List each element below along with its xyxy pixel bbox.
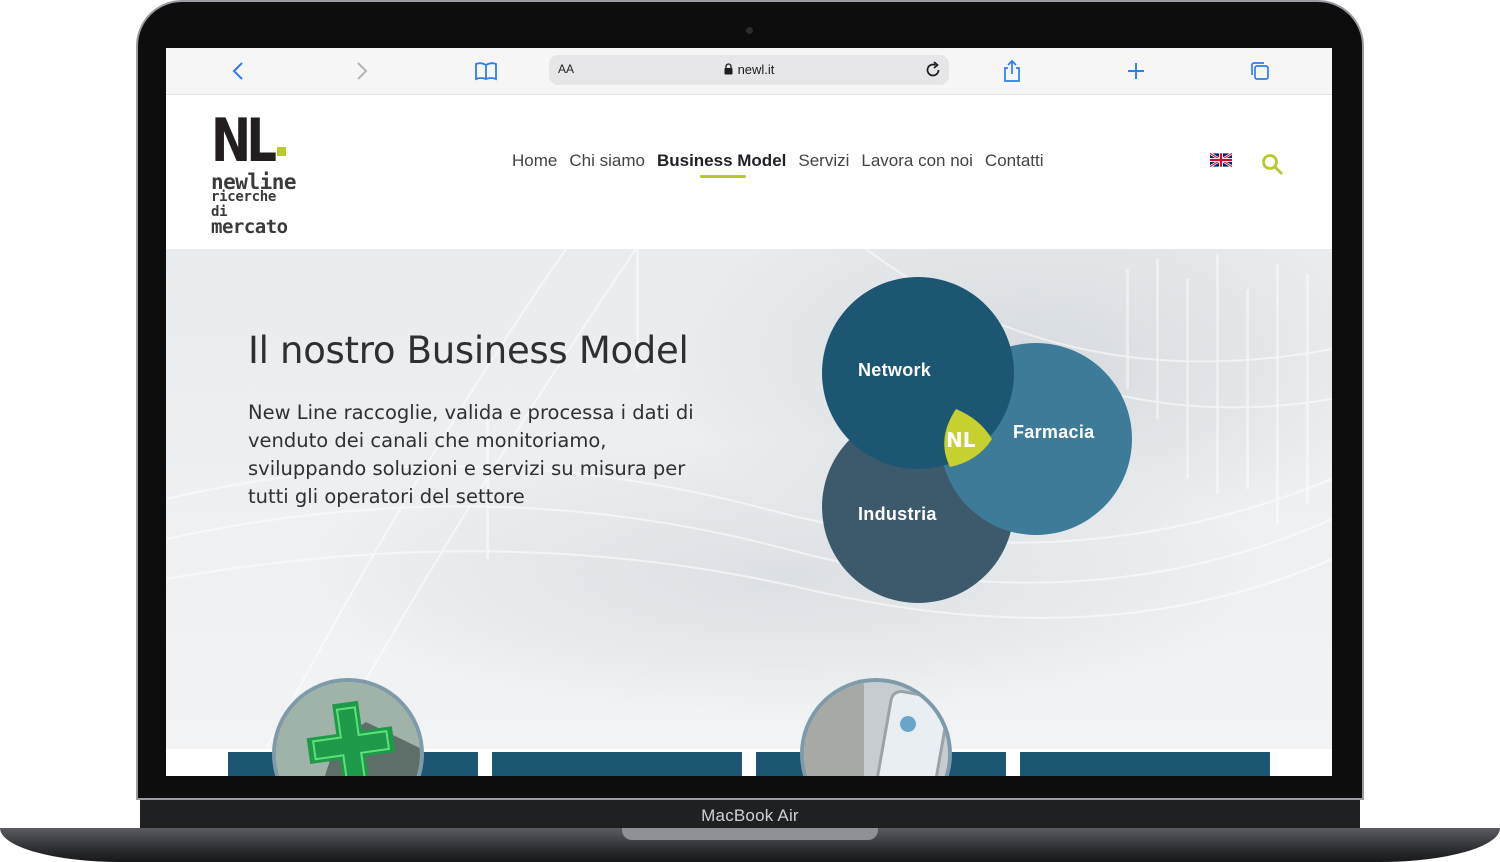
nav-chi-siamo[interactable]: Chi siamo xyxy=(569,151,645,171)
screen: AA newl.it NL newline ricerche di mercat… xyxy=(166,48,1332,776)
venn-center-label: NL xyxy=(946,428,976,452)
logo-line-1: newline xyxy=(211,170,297,194)
business-model-diagram: NL Network Farmacia Industria xyxy=(816,269,1146,609)
device-model-label: MacBook Air xyxy=(701,806,799,825)
logo-mark-text: NL xyxy=(211,106,277,176)
nav-business-model[interactable]: Business Model xyxy=(657,151,786,178)
reload-icon[interactable] xyxy=(923,60,943,80)
search-icon[interactable] xyxy=(1261,153,1283,175)
nav-home[interactable]: Home xyxy=(512,151,557,171)
card-bar-2[interactable] xyxy=(492,752,742,776)
venn-label-industria: Industria xyxy=(858,504,937,524)
back-icon[interactable] xyxy=(225,58,251,84)
forward-icon[interactable] xyxy=(349,58,375,84)
page-title: Il nostro Business Model xyxy=(248,329,689,372)
venn-label-network: Network xyxy=(858,360,932,380)
nav-lavora-con-noi[interactable]: Lavora con noi xyxy=(861,151,973,171)
logo-wordmark: newline ricerche di mercato xyxy=(211,170,297,238)
url-text: newl.it xyxy=(737,62,775,77)
new-tab-icon[interactable] xyxy=(1123,58,1149,84)
address-bar[interactable]: AA newl.it xyxy=(549,55,949,85)
logo-accent-square xyxy=(277,147,286,156)
venn-label-farmacia: Farmacia xyxy=(1013,422,1095,442)
uk-flag-icon[interactable] xyxy=(1210,153,1232,167)
main-nav: Home Chi siamo Business Model Servizi La… xyxy=(512,151,1044,178)
logo-mark: NL xyxy=(211,109,291,173)
browser-toolbar: AA newl.it xyxy=(166,48,1332,95)
url-display: newl.it xyxy=(549,62,949,77)
hero-description: New Line raccoglie, valida e processa i … xyxy=(248,401,694,508)
camera-icon xyxy=(746,27,753,34)
bookmarks-icon[interactable] xyxy=(473,58,499,84)
newline-logo[interactable]: NL newline ricerche di mercato xyxy=(211,109,297,238)
venn-center-nl-icon: NL xyxy=(944,409,992,467)
nav-contatti[interactable]: Contatti xyxy=(985,151,1044,171)
lock-icon xyxy=(724,63,733,75)
tabs-icon[interactable] xyxy=(1247,58,1273,84)
site-header: NL newline ricerche di mercato Home Chi … xyxy=(166,95,1332,249)
share-icon[interactable] xyxy=(999,58,1025,84)
logo-line-3: mercato xyxy=(211,216,288,238)
laptop-notch xyxy=(622,828,878,840)
hero-section: Il nostro Business Model New Line raccog… xyxy=(166,249,1332,749)
nav-servizi[interactable]: Servizi xyxy=(798,151,849,171)
card-bar-4[interactable] xyxy=(1020,752,1270,776)
